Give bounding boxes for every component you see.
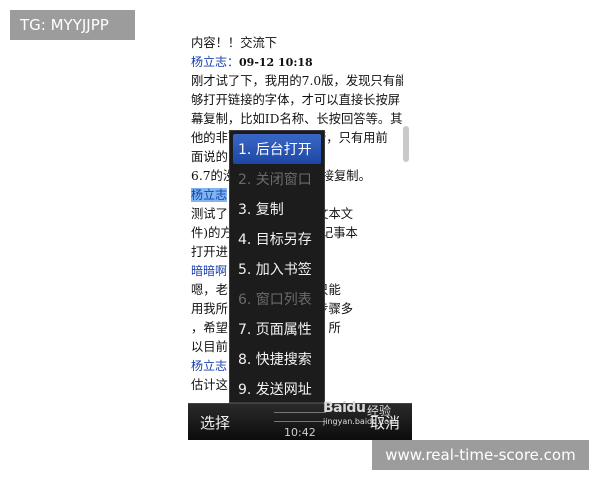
watermark-text: TG: MYYJJPP <box>20 16 109 34</box>
context-menu: 1. 后台打开 2. 关闭窗口 3. 复制 4. 目标另存 5. 加入书签 6. 窗口列表… <box>229 130 325 403</box>
article-text: 内容！！交流下 <box>191 36 278 50</box>
watermark-text: www.real-time-score.com <box>385 446 576 464</box>
article-line: 杨立志：09-12 10:18 <box>191 53 403 72</box>
article-line: 刚才试了下，我用的7.0版，发现只有能 <box>191 72 403 91</box>
article-line: 够打开链接的字体，才可以直接长按屏 <box>191 91 403 110</box>
clock: 10:42 <box>284 426 316 439</box>
menu-item-7[interactable]: 7. 页面属性 <box>230 314 324 344</box>
watermark-bottom-right: www.real-time-score.com <box>372 440 589 470</box>
article-text: 面说的 <box>191 150 228 164</box>
article-text: 估计这 <box>191 378 228 392</box>
menu-item-1[interactable]: 1. 后台打开 <box>233 134 321 164</box>
menu-item-2: 2. 关闭窗口 <box>238 172 312 188</box>
menu-item-4[interactable]: 4. 目标另存 <box>230 224 324 254</box>
baidu-jingyan-logo: Baidu 经验 jingyan.baidu.com <box>323 400 401 430</box>
scrollbar-thumb[interactable] <box>403 126 409 162</box>
menu-item-5[interactable]: 5. 加入书签 <box>230 254 324 284</box>
article-text: 幕复制，比如ID名称、长按回答等。其 <box>191 112 403 126</box>
menu-item-6: 6. 窗口列表 <box>238 292 312 308</box>
logo-site: jingyan.baidu.com <box>323 417 397 426</box>
menu-item-3[interactable]: 3. 复制 <box>230 194 324 224</box>
comment-date: 09-12 10:18 <box>239 56 313 69</box>
menu-item-8[interactable]: 8. 快捷搜索 <box>230 344 324 374</box>
logo-brand: Baidu <box>323 400 366 416</box>
watermark-top-left: TG: MYYJJPP <box>10 10 135 40</box>
article-text: 刚才试了下，我用的7.0版，发现只有能 <box>191 74 403 88</box>
comment-author-link[interactable]: 暗暗啊 <box>191 264 227 278</box>
article-text: 以目前 <box>191 340 228 354</box>
select-softkey[interactable]: 选择 <box>200 412 230 433</box>
article-line: 内容！！交流下 <box>191 34 403 53</box>
article-line: 幕复制，比如ID名称、长按回答等。其 <box>191 110 403 129</box>
article-text: 够打开链接的字体，才可以直接长按屏 <box>191 93 401 107</box>
menu-item-9[interactable]: 9. 发送网址 <box>230 374 324 404</box>
highlighted-author-link[interactable]: 杨立志 <box>191 188 228 202</box>
comment-author-link[interactable]: 杨立志： <box>191 55 239 69</box>
comment-author-link[interactable]: 杨立志 <box>191 359 227 373</box>
grip-icon <box>274 412 326 422</box>
